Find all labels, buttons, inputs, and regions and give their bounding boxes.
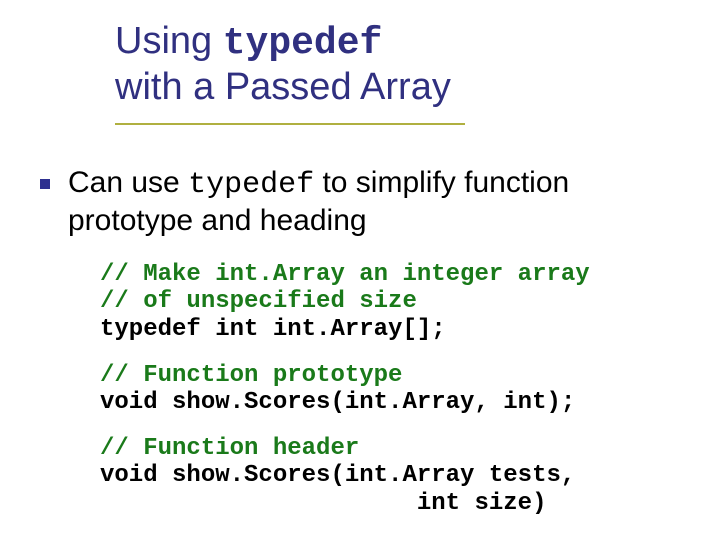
title-text-2: with a Passed Array [115, 66, 451, 108]
code-comment: // Function header [100, 435, 359, 462]
bullet-marker-icon [40, 179, 50, 189]
title-underline [115, 123, 465, 125]
title-code: typedef [223, 22, 383, 65]
code-comment: // Make int.Array an integer array [100, 261, 590, 288]
code-line: typedef int int.Array[]; [100, 316, 446, 343]
code-block-2: // Function prototype void show.Scores(i… [100, 362, 680, 417]
code-block-3: // Function header void show.Scores(int.… [100, 435, 680, 518]
slide-body: Can use typedef to simplify function pro… [40, 165, 680, 518]
bullet-pre: Can use [68, 166, 188, 199]
slide: Using typedef with a Passed Array Can us… [0, 0, 720, 540]
bullet-code: typedef [188, 168, 314, 202]
code-line: int size) [100, 490, 546, 517]
code-line: void show.Scores(int.Array, int); [100, 389, 575, 416]
code-block-1: // Make int.Array an integer array // of… [100, 261, 680, 344]
slide-title: Using typedef with a Passed Array [115, 20, 675, 108]
bullet-text: Can use typedef to simplify function pro… [68, 165, 680, 239]
bullet-item: Can use typedef to simplify function pro… [40, 165, 680, 239]
title-text-1: Using [115, 20, 223, 62]
code-comment: // of unspecified size [100, 288, 417, 315]
code-comment: // Function prototype [100, 362, 402, 389]
code-line: void show.Scores(int.Array tests, [100, 462, 575, 489]
